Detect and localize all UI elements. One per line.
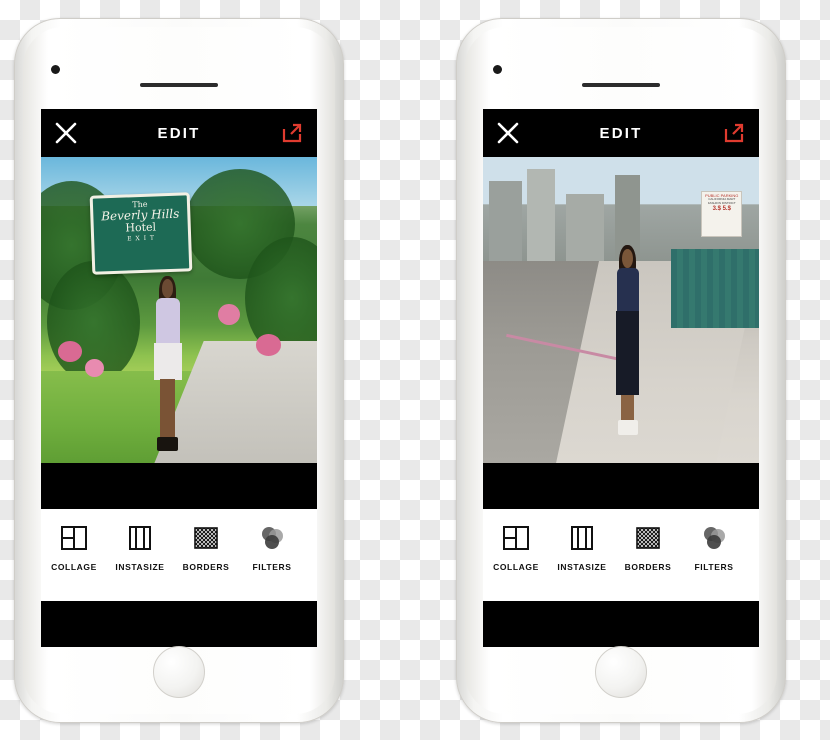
building <box>527 169 555 262</box>
letterbox-band-left <box>41 463 317 509</box>
tool-borders-left[interactable]: BORDERS <box>173 521 239 572</box>
tool-label: INSTASIZE <box>115 562 165 572</box>
building <box>565 193 605 262</box>
phone-right: EDIT PUBLIC PARKING CALIFORNIA MART FASH… <box>456 18 786 723</box>
tool-label: BORDERS <box>182 562 230 572</box>
legs <box>160 378 175 441</box>
adjust-sliders-icon <box>305 521 317 555</box>
tool-label: FILTERS <box>252 562 292 572</box>
tool-label: ADJ <box>305 562 317 572</box>
borders-hatch-icon <box>615 521 681 555</box>
lavender-top <box>155 298 181 347</box>
edit-appbar-right: EDIT <box>483 109 759 157</box>
tool-collage-left[interactable]: COLLAGE <box>41 521 107 572</box>
hotel-sign: The Beverly Hills Hotel E X I T <box>89 192 192 275</box>
flower-cluster <box>57 340 83 362</box>
share-export-icon[interactable] <box>281 122 303 144</box>
person-subject <box>607 245 648 439</box>
green-construction-fence <box>670 248 759 329</box>
phone-right-screen: EDIT PUBLIC PARKING CALIFORNIA MART FASH… <box>483 109 759 647</box>
share-export-icon[interactable] <box>723 122 745 144</box>
tool-label: COLLAGE <box>493 562 539 572</box>
city-street-portrait-photo: PUBLIC PARKING CALIFORNIA MART FASHION D… <box>483 157 759 463</box>
home-button-right[interactable] <box>595 646 647 698</box>
close-x-icon[interactable] <box>495 120 521 146</box>
tool-filters-right[interactable]: FILTERS <box>681 521 747 572</box>
tool-borders-right[interactable]: BORDERS <box>615 521 681 572</box>
instasize-frame-icon <box>549 521 615 555</box>
legs <box>621 394 635 422</box>
photo-canvas-right[interactable]: PUBLIC PARKING CALIFORNIA MART FASHION D… <box>483 157 759 463</box>
borders-hatch-icon <box>173 521 239 555</box>
tool-label: FILTERS <box>694 562 734 572</box>
bottom-black-band-right <box>483 601 759 647</box>
phone-left: EDIT The Beverly Hills Hotel E X I T COL… <box>14 18 344 723</box>
device-mockup-stage: EDIT The Beverly Hills Hotel E X I T COL… <box>0 0 830 740</box>
tool-adjust-left[interactable]: ADJ <box>305 521 317 572</box>
tool-label: COLLAGE <box>51 562 97 572</box>
photo-canvas-left[interactable]: The Beverly Hills Hotel E X I T <box>41 157 317 463</box>
page-title: EDIT <box>599 124 643 142</box>
shoes <box>157 437 178 451</box>
bottom-black-band-left <box>41 601 317 647</box>
phone-right-bezel: EDIT PUBLIC PARKING CALIFORNIA MART FASH… <box>465 27 777 714</box>
tool-label: BORDERS <box>624 562 672 572</box>
edit-toolbar-left[interactable]: COLLAGE INSTASIZE BORDERS FILTERS <box>41 509 317 601</box>
black-culottes <box>616 311 640 395</box>
sign-rates: 3.$ 5.$ <box>712 205 731 212</box>
tool-filters-left[interactable]: FILTERS <box>239 521 305 572</box>
phone-left-screen: EDIT The Beverly Hills Hotel E X I T COL… <box>41 109 317 647</box>
home-button-left[interactable] <box>153 646 205 698</box>
adjust-sliders-icon <box>747 521 759 555</box>
head <box>622 248 633 268</box>
filters-circles-icon <box>681 521 747 555</box>
sign-line-4: E X I T <box>126 233 155 242</box>
navy-top <box>617 267 639 314</box>
tool-instasize-right[interactable]: INSTASIZE <box>549 521 615 572</box>
tool-label: ADJ <box>747 562 759 572</box>
earpiece-speaker <box>582 83 660 87</box>
earpiece-speaker <box>140 83 218 87</box>
sign-subheading: CALIFORNIA MART FASHION DISTRICT <box>707 196 736 205</box>
white-sandals <box>617 419 638 435</box>
tool-collage-right[interactable]: COLLAGE <box>483 521 549 572</box>
filters-circles-icon <box>239 521 305 555</box>
building <box>488 181 522 262</box>
flower-cluster <box>256 334 282 356</box>
beverly-hills-hotel-photo: The Beverly Hills Hotel E X I T <box>41 157 317 463</box>
edit-toolbar-right[interactable]: COLLAGE INSTASIZE BORDERS FILTERS <box>483 509 759 601</box>
phone-left-bezel: EDIT The Beverly Hills Hotel E X I T COL… <box>23 27 335 714</box>
person-subject <box>146 275 190 451</box>
edit-appbar-left: EDIT <box>41 109 317 157</box>
instasize-frame-icon <box>107 521 173 555</box>
tool-label: INSTASIZE <box>557 562 607 572</box>
letterbox-band-right <box>483 463 759 509</box>
white-skirt <box>153 342 183 381</box>
collage-grid-icon <box>41 521 107 555</box>
flower-cluster <box>217 303 240 326</box>
close-x-icon[interactable] <box>53 120 79 146</box>
collage-grid-icon <box>483 521 549 555</box>
tool-instasize-left[interactable]: INSTASIZE <box>107 521 173 572</box>
tool-adjust-right[interactable]: ADJ <box>747 521 759 572</box>
public-parking-sign: PUBLIC PARKING CALIFORNIA MART FASHION D… <box>701 190 743 237</box>
front-camera-icon <box>493 65 502 74</box>
front-camera-icon <box>51 65 60 74</box>
page-title: EDIT <box>157 124 201 142</box>
